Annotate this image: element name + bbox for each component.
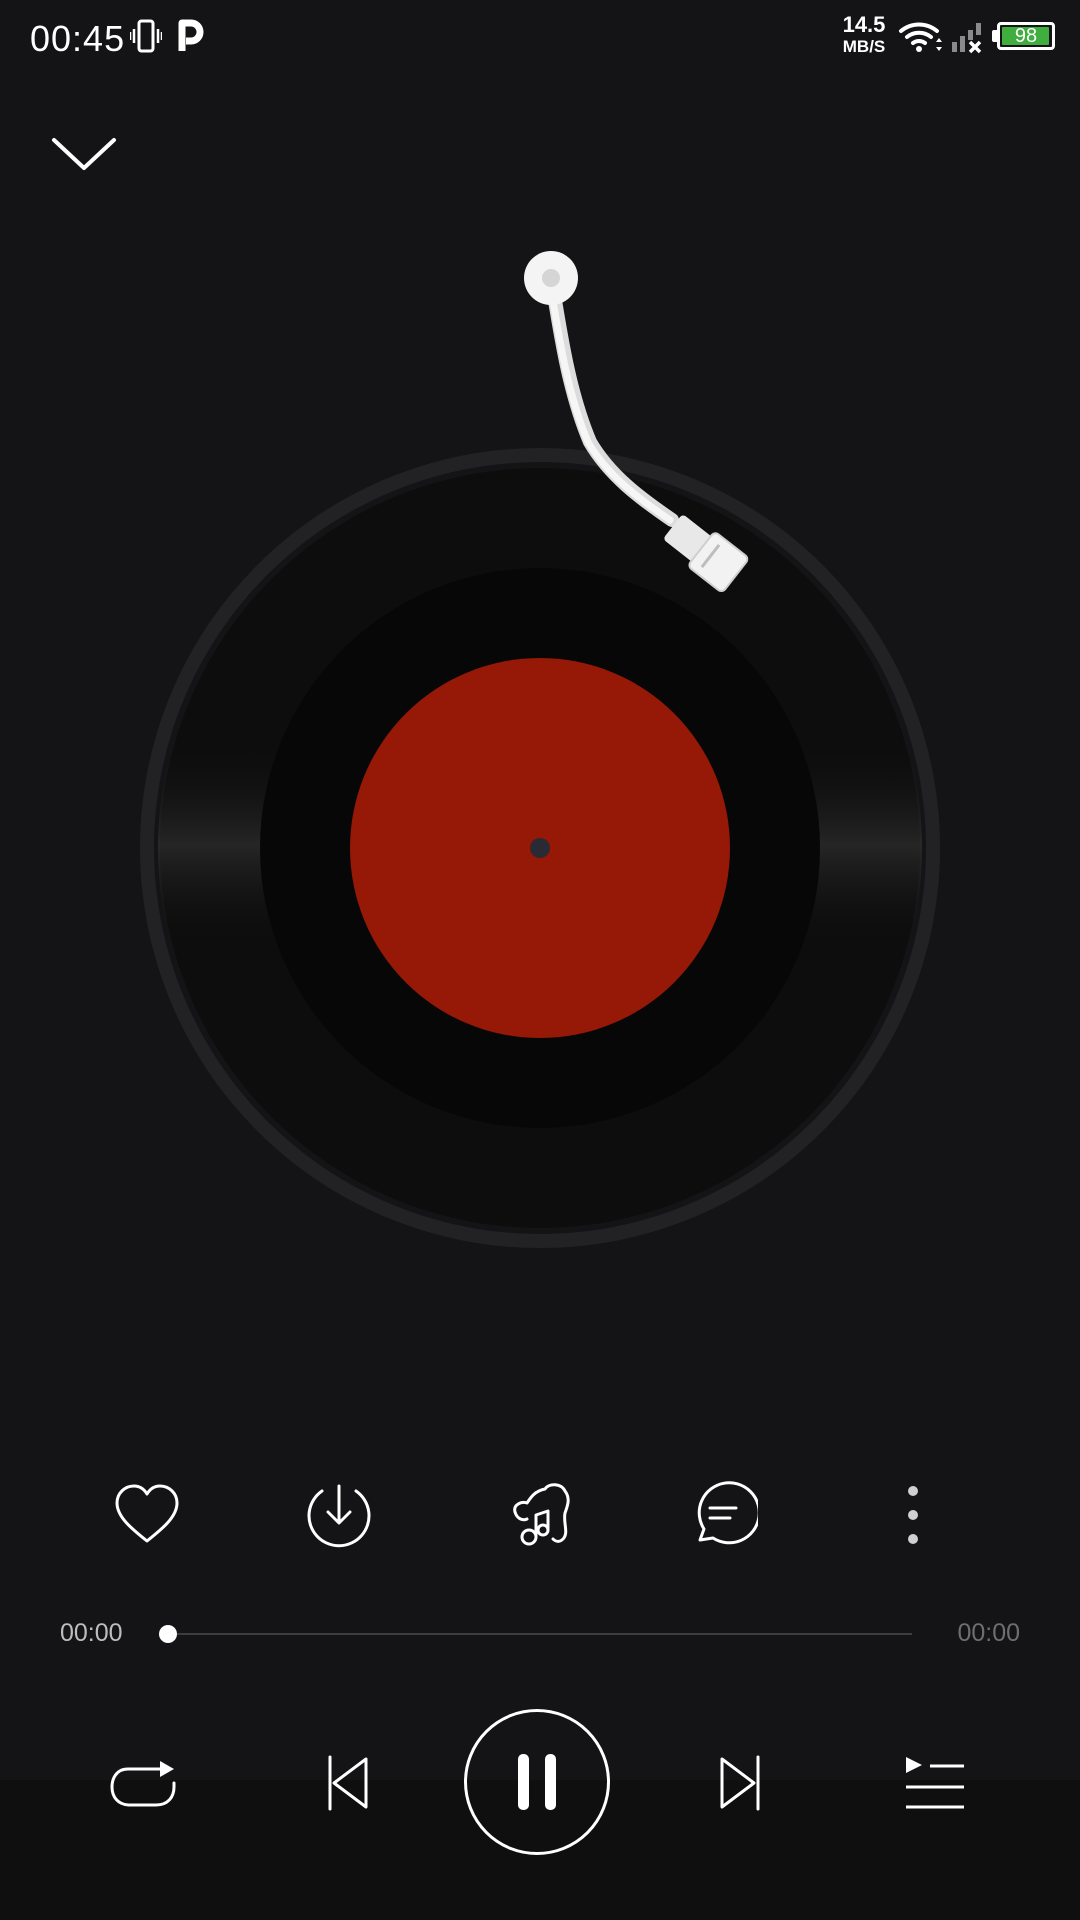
playback-controls (0, 1705, 1080, 1860)
action-row (0, 1470, 1080, 1560)
progress-bar[interactable] (159, 1625, 912, 1643)
next-button[interactable] (702, 1743, 782, 1823)
next-icon (720, 1755, 760, 1811)
repeat-icon (110, 1761, 176, 1807)
previous-icon (328, 1755, 368, 1811)
pause-icon (518, 1754, 556, 1810)
current-time: 00:00 (60, 1619, 123, 1647)
record-spindle (530, 838, 550, 858)
more-vertical-icon (908, 1486, 918, 1544)
previous-button[interactable] (306, 1743, 386, 1823)
music-player-screen: 00:45 14.5 MB/S 98 00:00 00:00 (0, 0, 1080, 1920)
total-time: 00:00 (957, 1619, 1020, 1647)
heart-icon (115, 1484, 179, 1543)
playlist-button[interactable] (894, 1743, 974, 1823)
comments-button[interactable] (678, 1470, 768, 1560)
download-button[interactable] (294, 1470, 384, 1560)
playlist-icon (906, 1757, 964, 1809)
music-style-button[interactable] (496, 1470, 586, 1560)
more-button[interactable] (868, 1470, 958, 1560)
repeat-button[interactable] (104, 1743, 184, 1823)
comment-icon (697, 1481, 758, 1545)
like-button[interactable] (102, 1470, 192, 1560)
download-icon (307, 1484, 371, 1548)
pause-button[interactable] (464, 1709, 610, 1855)
vinyl-record (140, 251, 940, 1248)
progress-thumb[interactable] (159, 1625, 177, 1643)
music-note-icon (513, 1483, 570, 1546)
progress-row: 00:00 00:00 (0, 1615, 1080, 1655)
